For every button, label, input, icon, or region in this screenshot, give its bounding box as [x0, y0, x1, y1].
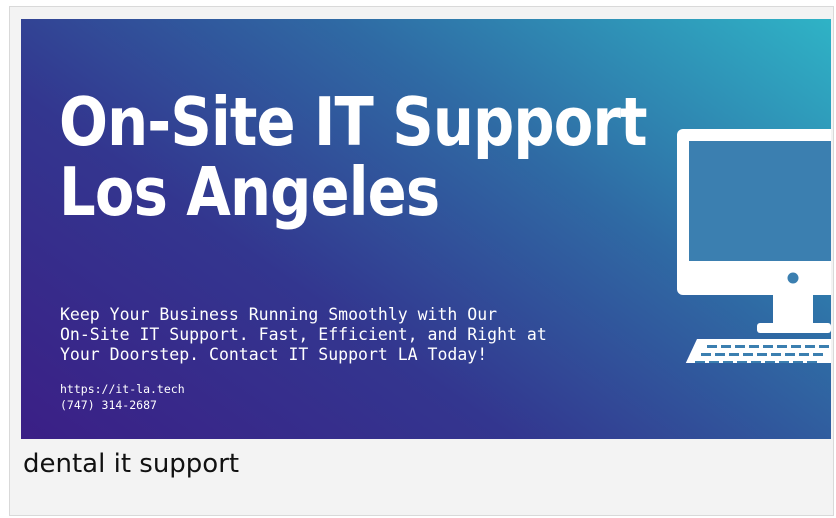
- contact-url: https://it-la.tech: [60, 382, 185, 396]
- tagline-line-3: Your Doorstep. Contact IT Support LA Tod…: [60, 345, 488, 364]
- banner-headline: On-Site IT Support Los Angeles: [59, 83, 648, 231]
- desktop-computer-icon: [661, 123, 831, 369]
- image-caption[interactable]: dental it support: [23, 447, 239, 481]
- tagline-line-2: On-Site IT Support. Fast, Efficient, and…: [60, 325, 547, 344]
- contact-phone: (747) 314-2687: [60, 398, 157, 412]
- headline-line-2: Los Angeles: [59, 153, 440, 231]
- banner-image[interactable]: On-Site IT Support Los Angeles Keep Your…: [21, 19, 831, 439]
- headline-line-1: On-Site IT Support: [59, 83, 648, 161]
- banner-contact: https://it-la.tech (747) 314-2687: [60, 381, 185, 413]
- banner-tagline: Keep Your Business Running Smoothly with…: [60, 305, 547, 365]
- tagline-line-1: Keep Your Business Running Smoothly with…: [60, 305, 498, 324]
- result-card[interactable]: On-Site IT Support Los Angeles Keep Your…: [9, 6, 834, 516]
